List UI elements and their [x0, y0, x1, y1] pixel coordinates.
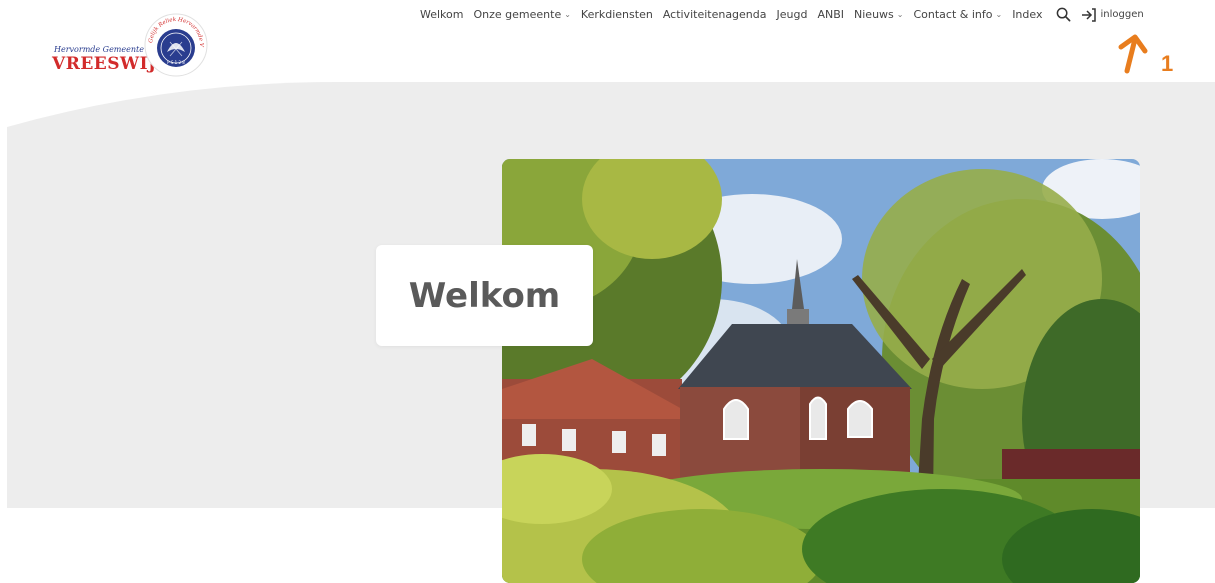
search-icon[interactable]: [1056, 7, 1071, 22]
church-image: [502, 159, 1140, 583]
nav-item-label: Kerkdiensten: [580, 8, 653, 21]
login-link[interactable]: inloggen: [1081, 7, 1144, 22]
annotation-marker: 1: [1115, 33, 1195, 83]
login-label: inloggen: [1100, 9, 1144, 20]
nav-item-activiteitenagenda[interactable]: Activiteitenagenda: [663, 8, 767, 21]
nav-item-label: Activiteitenagenda: [662, 8, 767, 21]
nav-item-anbi[interactable]: ANBI: [817, 8, 844, 21]
nav-item-kerkdiensten[interactable]: Kerkdiensten: [581, 8, 653, 21]
nav-item-contact-info[interactable]: Contact & info ⌄: [913, 8, 1002, 21]
nav-item-onze-gemeente[interactable]: Onze gemeente ⌄: [473, 8, 570, 21]
arrow-up-icon: [1118, 34, 1148, 74]
site-logo[interactable]: Hervormde Gemeente VREESWIJK Gelijk Reli…: [48, 12, 213, 80]
hero-title-card: Welkom: [376, 245, 593, 346]
nav-item-label: Nieuws: [854, 8, 894, 21]
nav-item-label: Onze gemeente: [473, 8, 562, 21]
church-seal-icon: Gelijk Reliek Hervormde Vreeswijk P S 1 …: [143, 12, 208, 77]
church-photo: [502, 159, 1140, 583]
chevron-down-icon: ⌄: [564, 10, 571, 19]
nav-item-nieuws[interactable]: Nieuws ⌄: [854, 8, 903, 21]
chevron-down-icon: ⌄: [896, 10, 904, 19]
nav-item-label: Welkom: [420, 8, 464, 21]
nav-item-label: Index: [1012, 8, 1043, 21]
main-nav: Welkom Onze gemeente ⌄ Kerkdiensten Acti…: [420, 7, 1155, 22]
page-title: Welkom: [408, 275, 561, 316]
nav-item-label: ANBI: [817, 8, 845, 21]
nav-item-jeugd[interactable]: Jeugd: [777, 8, 808, 21]
nav-item-label: Contact & info: [913, 8, 993, 21]
nav-item-welkom[interactable]: Welkom: [420, 8, 463, 21]
logo-subtitle: Hervormde Gemeente: [54, 45, 144, 54]
svg-text:P S 1 2 8: P S 1 2 8: [167, 60, 185, 65]
nav-item-index[interactable]: Index: [1012, 8, 1042, 21]
annotation-number: 1: [1161, 51, 1174, 76]
login-arrow-icon: [1082, 7, 1097, 22]
nav-item-label: Jeugd: [776, 8, 808, 21]
chevron-down-icon: ⌄: [995, 10, 1003, 19]
